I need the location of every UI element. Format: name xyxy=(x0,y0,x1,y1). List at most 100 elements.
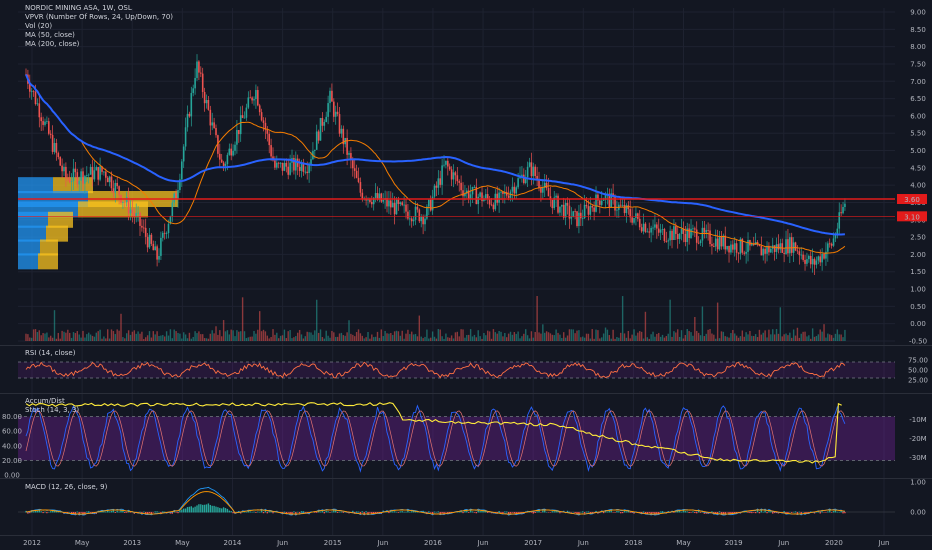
macd-histogram-bar xyxy=(184,508,187,513)
candle-body xyxy=(578,212,580,227)
candle-body xyxy=(479,192,481,197)
candle-body xyxy=(621,204,624,206)
macd-histogram-bar xyxy=(266,512,269,514)
macd-histogram-bar xyxy=(661,511,664,513)
candle-body xyxy=(59,157,62,166)
volume-bar xyxy=(40,335,42,341)
volume-bar xyxy=(388,333,390,341)
macd-histogram-bar xyxy=(726,512,728,513)
price-tick-label: 5.00 xyxy=(910,147,926,155)
volume-bar xyxy=(319,329,322,341)
macd-histogram-bar xyxy=(126,512,128,513)
volume-bar xyxy=(352,334,354,341)
volume-bar xyxy=(431,331,434,341)
volume-bar xyxy=(215,326,217,341)
volume-bar xyxy=(485,335,487,341)
candle-body xyxy=(139,212,141,226)
candle-body xyxy=(815,260,818,265)
volume-bar xyxy=(650,334,652,341)
volume-bar xyxy=(526,335,529,341)
candle-body xyxy=(63,166,65,172)
volume-bar xyxy=(515,333,517,341)
candle-body xyxy=(581,218,584,219)
macd-histogram-bar xyxy=(76,511,79,513)
candle-body xyxy=(545,182,548,189)
price-tick-label: 2.50 xyxy=(910,234,926,242)
volume-bar xyxy=(468,334,470,341)
volume-bar xyxy=(437,329,440,341)
volume-bar xyxy=(414,333,417,341)
time-tick-label: Jun xyxy=(276,539,288,547)
time-tick-label: Jun xyxy=(477,539,489,547)
candle-body xyxy=(395,199,398,215)
macd-histogram-bar xyxy=(226,508,229,513)
volume-bar xyxy=(715,338,717,341)
volume-bar xyxy=(367,331,369,341)
macd-histogram-bar xyxy=(762,511,764,513)
volume-bar xyxy=(376,331,379,341)
candle-body xyxy=(241,115,244,118)
volume-bar xyxy=(726,336,728,341)
price-tick-label: 1.00 xyxy=(910,286,926,294)
candle-body xyxy=(787,239,789,254)
time-tick-label: May xyxy=(676,539,690,547)
volume-bar xyxy=(775,328,778,341)
volume-bar xyxy=(680,330,683,341)
volume-bar xyxy=(659,336,662,341)
candle-body xyxy=(198,61,200,73)
volume-bar xyxy=(340,332,343,341)
macd-histogram-bar xyxy=(114,512,117,513)
volume-bar xyxy=(779,307,782,341)
candle-body xyxy=(494,193,497,210)
volume-bar xyxy=(452,338,455,341)
macd-histogram-bar xyxy=(618,511,620,513)
volume-bar xyxy=(477,330,479,341)
volume-bar xyxy=(810,338,812,341)
macd-histogram-bar xyxy=(580,511,582,513)
volume-bar xyxy=(72,332,75,341)
volume-bar xyxy=(89,334,92,341)
volume-bar xyxy=(519,338,521,341)
macd-histogram-bar xyxy=(792,511,795,513)
candle-body xyxy=(760,246,763,256)
macd-histogram-bar xyxy=(401,511,403,513)
volume-bar xyxy=(789,332,791,341)
volume-bar xyxy=(642,338,645,341)
volume-bar xyxy=(754,334,757,341)
candle-body xyxy=(89,166,92,175)
candle-body xyxy=(713,245,715,247)
candle-body xyxy=(414,206,417,220)
macd-histogram-bar xyxy=(219,507,221,513)
volume-bar xyxy=(447,337,449,341)
volume-bar xyxy=(464,337,466,341)
candle-body xyxy=(790,237,793,253)
volume-bar xyxy=(528,338,531,341)
candle-body xyxy=(374,193,377,198)
time-tick-label: 2020 xyxy=(825,539,843,547)
volume-bar xyxy=(145,337,147,341)
candle-body xyxy=(777,244,780,250)
macd-histogram-bar xyxy=(614,512,616,513)
volume-bar xyxy=(126,333,128,341)
price-tick-label: 8.50 xyxy=(910,26,926,34)
separator xyxy=(0,535,932,536)
time-tick-label: Jun xyxy=(376,539,388,547)
volume-bar xyxy=(743,336,745,341)
volume-bar xyxy=(184,334,187,341)
volume-bar xyxy=(342,335,345,341)
volume-bar xyxy=(116,329,118,341)
macd-histogram-bar xyxy=(395,511,398,513)
macd-histogram-bar xyxy=(298,512,301,514)
volume-bar xyxy=(118,330,120,341)
volume-bar xyxy=(65,332,67,341)
candle-body xyxy=(832,238,835,246)
candle-body xyxy=(661,229,664,230)
macd-histogram-bar xyxy=(392,511,394,513)
volume-bar xyxy=(188,332,191,341)
price-tick-label: 0.00 xyxy=(910,320,926,328)
macd-histogram-bar xyxy=(836,511,839,513)
vpvr-up-bar xyxy=(18,239,40,256)
candle-body xyxy=(828,243,831,245)
candle-body xyxy=(245,107,248,118)
candle-body xyxy=(445,160,447,165)
